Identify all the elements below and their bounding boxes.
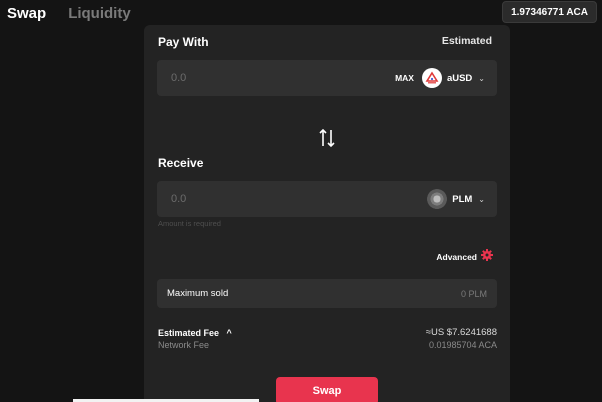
estimated-fee-label: Estimated Fee xyxy=(158,328,220,338)
gear-icon xyxy=(481,248,493,266)
chevron-up-icon: ^ xyxy=(226,328,232,338)
receive-amount-input[interactable]: 0.0 xyxy=(171,193,427,205)
plm-logo-icon xyxy=(427,189,448,209)
estimated-fee-row: Estimated Fee ^ ≈US $7.6241688 xyxy=(158,323,497,341)
receive-input-box: 0.0 PLM ⌄ xyxy=(157,181,497,217)
account-balance-badge[interactable]: 1.97346771 ACA xyxy=(502,1,597,23)
receive-token-selector[interactable]: PLM ⌄ xyxy=(427,189,485,209)
pay-with-title: Pay With xyxy=(158,35,209,49)
receive-title: Receive xyxy=(158,156,204,170)
pay-token-label: aUSD xyxy=(446,72,473,84)
pay-input-box: 0.0 MAX aUSD ⌄ xyxy=(157,60,497,96)
network-fee-label: Network Fee xyxy=(158,340,210,350)
estimated-label: Estimated xyxy=(441,35,492,47)
network-fee-value: 0.01985704 ACA xyxy=(428,340,497,350)
chevron-down-icon: ⌄ xyxy=(478,73,485,83)
amount-required-hint: Amount is required xyxy=(158,219,221,228)
tab-liquidity[interactable]: Liquidity xyxy=(68,5,131,22)
network-fee-row: Network Fee 0.01985704 ACA xyxy=(158,340,497,350)
estimated-fee-toggle[interactable]: Estimated Fee ^ xyxy=(158,323,232,341)
swap-arrows-icon xyxy=(319,128,335,148)
chevron-down-icon: ⌄ xyxy=(478,194,485,204)
advanced-label: Advanced xyxy=(436,252,477,262)
maximum-sold-label: Maximum sold xyxy=(167,288,229,299)
swap-card: Pay With Estimated 0.0 MAX aUSD ⌄ Receiv… xyxy=(144,25,510,402)
maximum-sold-row: Maximum sold 0 PLM xyxy=(157,279,497,308)
swap-button[interactable]: Swap xyxy=(276,377,378,402)
pay-amount-input[interactable]: 0.0 xyxy=(171,72,395,84)
ausd-logo-icon xyxy=(421,68,442,88)
advanced-toggle[interactable]: Advanced xyxy=(436,248,493,266)
tab-swap[interactable]: Swap xyxy=(7,5,46,22)
max-button[interactable]: MAX xyxy=(395,73,414,83)
top-nav: Swap Liquidity xyxy=(7,2,131,24)
maximum-sold-value: 0 PLM xyxy=(460,288,487,299)
receive-token-label: PLM xyxy=(452,193,473,205)
swap-direction-button[interactable] xyxy=(314,125,340,151)
pay-token-selector[interactable]: aUSD ⌄ xyxy=(421,68,485,88)
estimated-fee-value: ≈US $7.6241688 xyxy=(425,326,497,338)
